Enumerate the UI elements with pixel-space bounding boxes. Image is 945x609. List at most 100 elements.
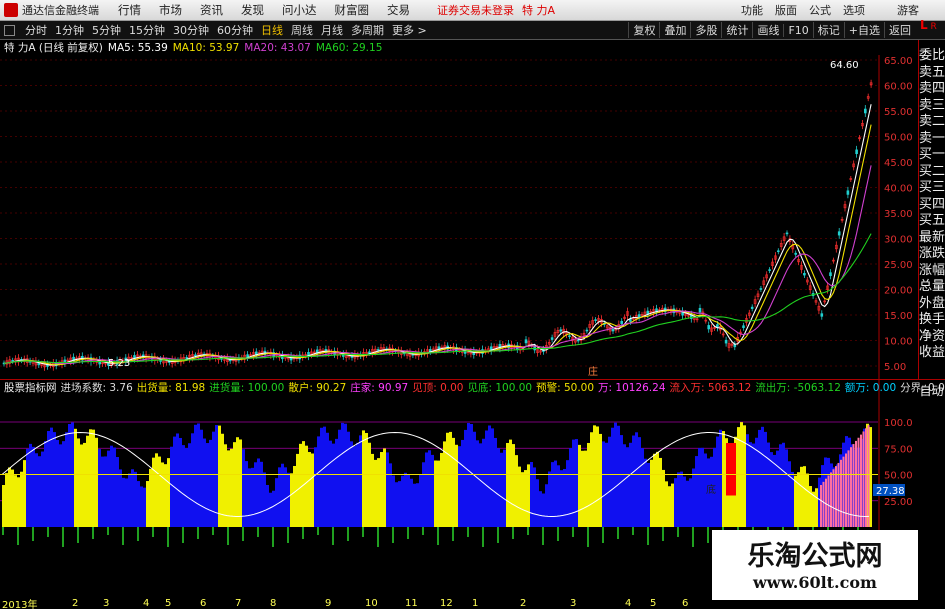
sidebar-item[interactable]: 最新 (919, 230, 945, 247)
draw-button[interactable]: 画线 (752, 22, 783, 38)
user-label[interactable]: 游客 (891, 2, 925, 18)
indicator-bar (29, 443, 32, 527)
sidebar-item[interactable]: 买一 (919, 147, 945, 164)
date-label: 2 (520, 597, 527, 609)
date-label: 9 (325, 597, 332, 609)
sidebar-item[interactable]: 净资 (919, 329, 945, 346)
date-label: 2 (72, 597, 79, 609)
ind-tick-label: 75.00 (884, 444, 913, 455)
price-tick-label: 40.00 (884, 184, 913, 195)
menu-item-wealth[interactable]: 财富圈 (326, 2, 379, 18)
indicator-bar (23, 460, 26, 527)
menu-item-trade[interactable]: 交易 (378, 2, 419, 18)
indicator-bar (392, 475, 395, 527)
period-tab[interactable]: 分时 (21, 22, 51, 38)
indicator-bar (251, 467, 254, 527)
sidebar-item[interactable]: 换手 (919, 312, 945, 329)
indicator-bar (215, 425, 218, 527)
watermark-title: 乐淘公式网 (747, 541, 883, 572)
candle-body (724, 339, 728, 344)
sidebar-item[interactable]: 卖一 (919, 131, 945, 148)
period-tab[interactable]: 1分钟 (51, 22, 88, 38)
sidebar-item[interactable]: 买二 (919, 164, 945, 181)
indicator-bar (89, 429, 92, 527)
period-tab-daily[interactable]: 日线 (257, 22, 287, 38)
menu-options[interactable]: 选项 (837, 2, 871, 18)
indicator-bar (122, 477, 125, 527)
indicator-bar (563, 468, 566, 527)
auto-button[interactable]: 自动 (918, 382, 945, 399)
indicator-bar (5, 473, 8, 527)
period-tab[interactable]: 周线 (287, 22, 317, 38)
period-tab[interactable]: 15分钟 (125, 22, 169, 38)
menu-item-news[interactable]: 资讯 (191, 2, 232, 18)
lr-badge[interactable]: L R (920, 19, 944, 40)
menu-layout[interactable]: 版面 (769, 2, 803, 18)
sidebar-item[interactable]: 涨幅 (919, 263, 945, 280)
sidebar-item[interactable]: 卖三 (919, 98, 945, 115)
sidebar-item[interactable]: 卖二 (919, 114, 945, 131)
period-tab[interactable]: 多周期 (347, 22, 388, 38)
menu-formula[interactable]: 公式 (803, 2, 837, 18)
indicator-bar (437, 460, 440, 527)
pink-bar (867, 425, 870, 527)
sidebar-item[interactable]: 买五 (919, 213, 945, 230)
period-tab-more[interactable]: 更多 > (388, 22, 431, 38)
indicator-bar (797, 472, 800, 527)
indicator-bar (488, 425, 491, 527)
period-tab[interactable]: 5分钟 (88, 22, 125, 38)
indicator-bar (80, 444, 83, 527)
sidebar-item[interactable]: 外盘 (919, 296, 945, 313)
indicator-bar (410, 478, 413, 527)
period-tab[interactable]: 30分钟 (169, 22, 213, 38)
volume-tick (692, 527, 694, 547)
date-label: 11 (405, 597, 418, 609)
menu-item-discover[interactable]: 发现 (232, 2, 273, 18)
back-button[interactable]: 返回 (884, 22, 915, 38)
sidebar-item[interactable]: 收益 (919, 345, 945, 362)
indicator-bar (539, 491, 542, 527)
multi-stock-button[interactable]: 多股 (690, 22, 721, 38)
menu-item-quotes[interactable]: 行情 (109, 2, 150, 18)
sidebar-item[interactable]: 委比 (919, 48, 945, 65)
adjust-button[interactable]: 复权 (628, 22, 659, 38)
indicator-bar (257, 458, 260, 527)
period-tab[interactable]: 月线 (317, 22, 347, 38)
add-watchlist-button[interactable]: +自选 (843, 22, 884, 38)
sidebar-item[interactable]: 买三 (919, 180, 945, 197)
sidebar-item[interactable]: 涨跌 (919, 246, 945, 263)
sidebar-item[interactable]: 卖五 (919, 65, 945, 82)
volume-tick (407, 527, 409, 539)
login-alert[interactable]: 证券交易未登录 (437, 2, 514, 18)
volume-tick (452, 527, 454, 541)
indicator-bar (698, 447, 701, 527)
indicator-bar (362, 430, 365, 527)
pink-bar (837, 462, 840, 527)
mark-button[interactable]: 标记 (812, 22, 844, 38)
sidebar-item[interactable]: 卖四 (919, 81, 945, 98)
app-title: 通达信金融终端 (22, 4, 99, 17)
menu-item-ask[interactable]: 问小达 (273, 2, 326, 18)
f10-button[interactable]: F10 (783, 23, 812, 37)
overlay-button[interactable]: 叠加 (659, 22, 690, 38)
indicator-bar (551, 462, 554, 527)
ind-field: 散户: 90.27 (288, 381, 347, 394)
layout-icon[interactable] (4, 24, 15, 36)
indicator-title[interactable]: 股票指标网 (4, 380, 57, 395)
volume-tick (467, 527, 469, 537)
volume-tick (287, 527, 289, 543)
sidebar-item[interactable]: 买四 (919, 197, 945, 214)
candle-body (785, 232, 789, 235)
menu-function[interactable]: 功能 (735, 2, 769, 18)
stats-button[interactable]: 统计 (721, 22, 752, 38)
pink-bar (827, 475, 830, 527)
period-tab[interactable]: 60分钟 (213, 22, 257, 38)
volume-tick (392, 527, 394, 543)
indicator-bar (275, 478, 278, 527)
menu-item-market[interactable]: 市场 (150, 2, 191, 18)
candle-body (794, 252, 798, 255)
sidebar-item[interactable]: 总量 (919, 279, 945, 296)
chart-canvas[interactable]: 65.00 60.00 55.00 50.00 45.00 40.00 35.00 30.00… (0, 55, 918, 597)
indicator-bar (497, 448, 500, 527)
indicator-bar (371, 453, 374, 527)
